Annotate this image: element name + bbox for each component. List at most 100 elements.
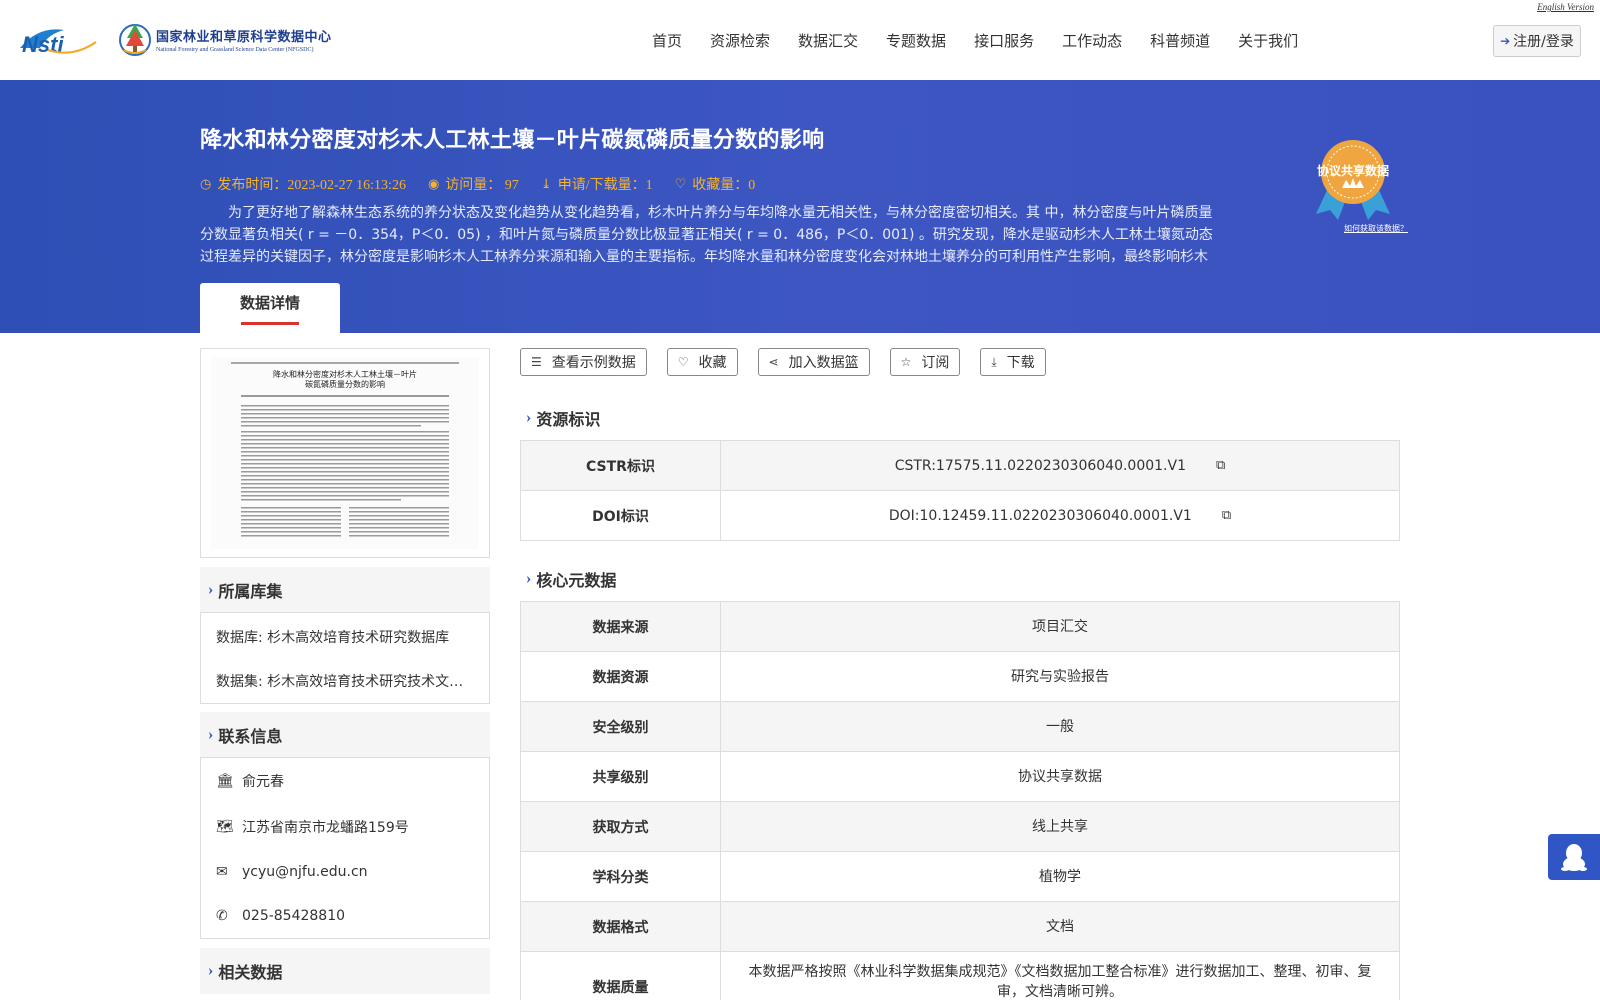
collection-section-header: › 所属库集 — [200, 567, 490, 613]
nav-about-us[interactable]: 关于我们 — [1238, 30, 1298, 51]
login-button[interactable]: ➔ 注册/登录 — [1493, 25, 1581, 57]
star-icon: ☆ — [900, 355, 912, 369]
meta-value: 线上共享 — [1032, 818, 1088, 835]
meta-key: 数据资源 — [521, 652, 721, 701]
phone-icon: ✆ — [216, 908, 228, 924]
nav-api-service[interactable]: 接口服务 — [974, 30, 1034, 51]
site-header: English Version Nsti 国家林业和草原科学数据中心 Natio… — [0, 0, 1600, 80]
document-thumbnail[interactable]: 降水和林分密度对杉木人工林土壤－叶片 碳氮磷质量分数的影响 — [200, 348, 490, 558]
institution-icon: 🏛 — [216, 773, 234, 789]
copy-icon[interactable]: ⧉ — [1222, 506, 1231, 526]
dataset-banner: 降水和林分密度对杉木人工林土壤－叶片碳氮磷质量分数的影响 ◷ 发布时间：2023… — [0, 80, 1600, 333]
share-icon: ⋖ — [768, 355, 779, 369]
favorite-count-text: 收藏量：0 — [692, 178, 756, 193]
download-icon: ⤓ — [991, 354, 997, 369]
english-version-link[interactable]: English Version — [1537, 2, 1594, 12]
thumb-title-2: 碳氮磷质量分数的影响 — [305, 379, 385, 389]
how-to-get-link[interactable]: 如何获取该数据？ — [1344, 223, 1408, 234]
resource-id-header: › 资源标识 — [526, 406, 600, 430]
nfgsdc-logo[interactable]: 国家林业和草原科学数据中心 National Forestry and Gras… — [118, 20, 332, 58]
dataset-title: 降水和林分密度对杉木人工林土壤－叶片碳氮磷质量分数的影响 — [200, 128, 825, 153]
contact-name-row: 🏛 俞元春 — [201, 758, 489, 804]
core-meta-title: 核心元数据 — [536, 571, 617, 590]
nav-science-channel[interactable]: 科普频道 — [1150, 30, 1210, 51]
qq-service-button[interactable] — [1548, 834, 1600, 880]
nav-resource-search[interactable]: 资源检索 — [710, 30, 770, 51]
tab-data-details-label: 数据详情 — [239, 293, 300, 312]
core-meta-table: 数据来源 项目汇交 数据资源 研究与实验报告 安全级别 一般 共享级别 协议共享… — [520, 601, 1400, 1000]
nav-home[interactable]: 首页 — [652, 30, 682, 51]
shared-data-badge-icon — [1316, 140, 1390, 220]
cstr-key: CSTR标识 — [521, 441, 721, 490]
meta-value: 项目汇交 — [1032, 618, 1088, 635]
view-sample-button[interactable]: ☰ 查看示例数据 — [520, 348, 647, 376]
sign-in-icon: ➔ — [1500, 34, 1511, 48]
contact-name: 俞元春 — [242, 774, 284, 790]
copy-icon[interactable]: ⧉ — [1216, 456, 1225, 476]
logo-cn-text: 国家林业和草原科学数据中心 — [156, 29, 332, 45]
favorite-label: 收藏 — [698, 355, 727, 371]
tab-data-details[interactable]: 数据详情 — [200, 283, 340, 333]
meta-value: 一般 — [1046, 718, 1074, 735]
collection-section-title: 所属库集 — [218, 582, 283, 601]
meta-key: 共享级别 — [521, 752, 721, 801]
action-bar: ☰ 查看示例数据 ♡ 收藏 ⋖ 加入数据篮 ☆ 订阅 ⤓ 下载 — [520, 348, 1066, 376]
table-row: 数据资源 研究与实验报告 — [521, 652, 1399, 702]
contact-section-title: 联系信息 — [218, 727, 283, 746]
nfgsdc-emblem-icon — [119, 24, 151, 56]
collection-database-link[interactable]: 数据库: 杉木高效培育技术研究数据库 — [201, 613, 489, 658]
meta-value: 协议共享数据 — [1018, 768, 1102, 785]
table-row: 学科分类 植物学 — [521, 852, 1399, 902]
collection-list: 数据库: 杉木高效培育技术研究数据库 数据集: 杉木高效培育技术研究技术文献数据… — [200, 612, 490, 704]
nsti-logo[interactable]: Nsti — [18, 24, 98, 56]
tab-active-indicator — [241, 321, 299, 325]
database-icon: ☰ — [531, 355, 542, 369]
meta-key: 学科分类 — [521, 852, 721, 901]
subscribe-label: 订阅 — [921, 355, 950, 371]
collection-database-text: 数据库: 杉木高效培育技术研究数据库 — [216, 629, 450, 646]
related-section-header: › 相关数据 — [200, 948, 490, 994]
resource-id-table: CSTR标识 CSTR:17575.11.0220230306040.0001.… — [520, 440, 1400, 541]
download-button[interactable]: ⤓ 下载 — [980, 348, 1046, 376]
publish-time: ◷ 发布时间：2023-02-27 16:13:26 — [200, 174, 406, 194]
related-section-title: 相关数据 — [218, 963, 283, 982]
logo-en-text: National Forestry and Grassland Science … — [156, 46, 314, 53]
meta-key: 数据来源 — [521, 602, 721, 651]
meta-value: 文档 — [1046, 918, 1074, 935]
table-row: 共享级别 协议共享数据 — [521, 752, 1399, 802]
map-icon: 🗺 — [216, 819, 234, 835]
chevron-right-icon: › — [208, 962, 214, 979]
meta-key: 数据格式 — [521, 902, 721, 951]
nav-news[interactable]: 工作动态 — [1062, 30, 1122, 51]
contact-info-box: 🏛 俞元春 🗺 江苏省南京市龙蟠路159号 ✉ ycyu@njfu.edu.cn… — [200, 757, 490, 939]
collection-dataset-text: 数据集: 杉木高效培育技术研究技术文献数据集 — [216, 673, 474, 690]
doi-value[interactable]: DOI:10.12459.11.0220230306040.0001.V1 — [889, 506, 1192, 526]
heart-icon: ♡ — [677, 355, 689, 369]
doi-key: DOI标识 — [521, 491, 721, 540]
dataset-abstract: 为了更好地了解森林生态系统的养分状态及变化趋势从变化趋势看，杉木叶片养分与年均降… — [200, 205, 1213, 265]
download-count: ⤓ 申请/下载量：1 — [541, 174, 653, 194]
nav-thematic-data[interactable]: 专题数据 — [886, 30, 946, 51]
meta-key: 安全级别 — [521, 702, 721, 751]
dataset-meta: ◷ 发布时间：2023-02-27 16:13:26 ◉ 访问量： 97 ⤓ 申… — [200, 174, 777, 194]
eye-icon: ◉ — [427, 176, 440, 191]
collection-dataset-link[interactable]: 数据集: 杉木高效培育技术研究技术文献数据集 — [201, 658, 489, 703]
view-sample-label: 查看示例数据 — [551, 355, 636, 371]
table-row: DOI标识 DOI:10.12459.11.0220230306040.0001… — [521, 491, 1399, 541]
nav-data-submission[interactable]: 数据汇交 — [798, 30, 858, 51]
table-row: 数据来源 项目汇交 — [521, 602, 1399, 652]
publish-time-text: 发布时间：2023-02-27 16:13:26 — [217, 178, 406, 193]
clock-icon: ◷ — [200, 176, 212, 191]
contact-email[interactable]: ycyu@njfu.edu.cn — [242, 864, 368, 880]
core-meta-header: › 核心元数据 — [526, 567, 616, 591]
subscribe-button[interactable]: ☆ 订阅 — [889, 348, 961, 376]
table-row: 安全级别 一般 — [521, 702, 1399, 752]
table-row: 获取方式 线上共享 — [521, 802, 1399, 852]
add-to-basket-button[interactable]: ⋖ 加入数据篮 — [757, 348, 870, 376]
contact-phone: 025-85428810 — [242, 908, 346, 924]
meta-key: 数据质量 — [521, 952, 721, 1000]
chevron-right-icon: › — [208, 726, 214, 743]
contact-address-row: 🗺 江苏省南京市龙蟠路159号 — [201, 804, 489, 850]
download-count-text: 申请/下载量：1 — [557, 178, 653, 193]
favorite-button[interactable]: ♡ 收藏 — [666, 348, 738, 376]
